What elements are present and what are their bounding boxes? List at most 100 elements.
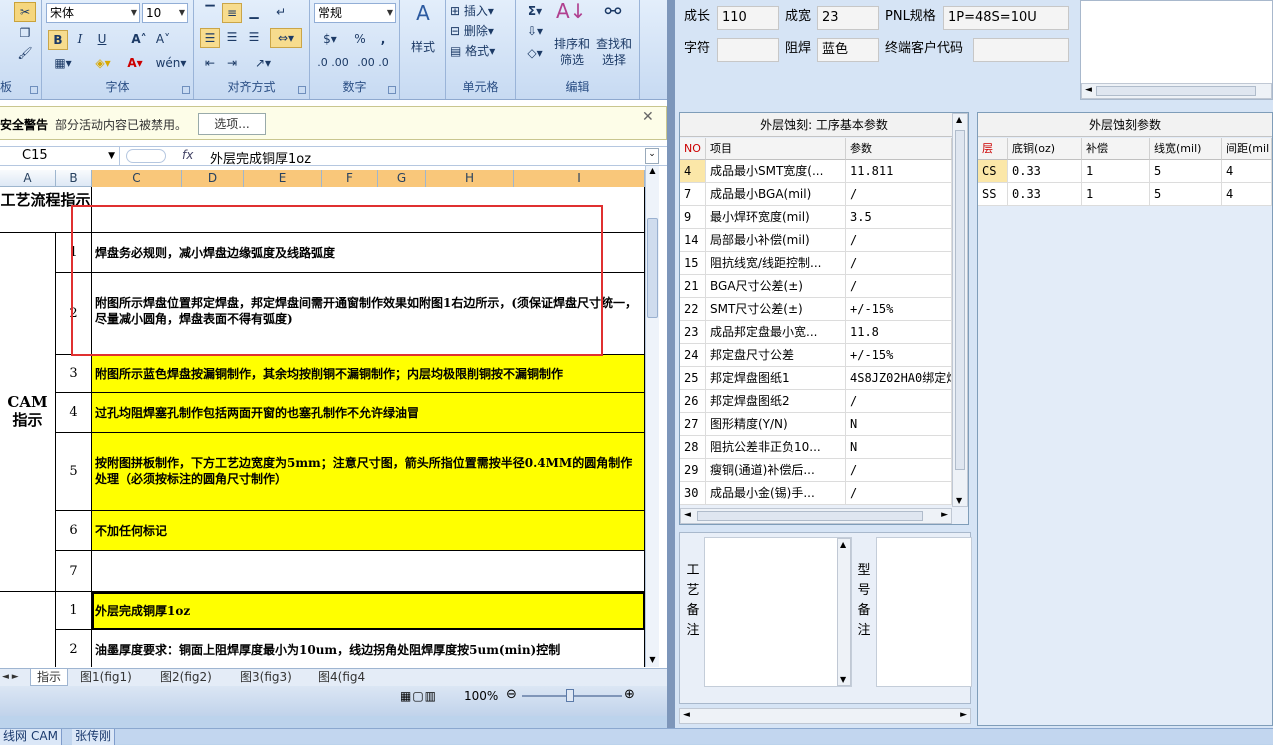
cell-param[interactable]: / <box>846 252 952 275</box>
cell-param[interactable]: / <box>846 275 952 298</box>
cell-no[interactable]: 25 <box>680 367 706 390</box>
sheet-tab[interactable]: 图1(fig1) <box>80 669 132 686</box>
cell-param[interactable]: / <box>846 390 952 413</box>
scroll-right-icon[interactable]: ► <box>960 710 967 720</box>
cell-layer[interactable]: CS <box>978 160 1008 183</box>
underline-button[interactable]: U <box>92 30 112 50</box>
cell-item[interactable]: 邦定盘尺寸公差 <box>706 344 846 367</box>
clipboard-launcher-icon[interactable] <box>30 86 38 94</box>
wrap-text-icon[interactable]: ↵ <box>270 3 292 23</box>
cell-item[interactable]: 成品邦定盘最小宽... <box>706 321 846 344</box>
column-header[interactable]: G <box>378 170 426 187</box>
format-button[interactable]: ▤ 格式▾ <box>450 42 514 62</box>
col-header-item[interactable]: 项目 <box>706 138 846 160</box>
cell-no[interactable]: 29 <box>680 459 706 482</box>
cell-no[interactable]: 27 <box>680 413 706 436</box>
cell-item[interactable]: BGA尺寸公差(±) <box>706 275 846 298</box>
cell-no[interactable]: 15 <box>680 252 706 275</box>
cell-param[interactable]: / <box>846 459 952 482</box>
increase-indent-icon[interactable]: ⇥ <box>222 54 242 74</box>
instruction-cell[interactable]: 不加任何标记 <box>92 511 645 551</box>
horizontal-scrollbar[interactable]: ◄ ► <box>680 508 952 524</box>
scroll-down-icon[interactable]: ▼ <box>840 675 846 684</box>
cell-no[interactable]: 14 <box>680 229 706 252</box>
decrease-indent-icon[interactable]: ⇤ <box>200 54 220 74</box>
cell-param[interactable]: N <box>846 436 952 459</box>
cell-item[interactable]: 最小焊环宽度(mil) <box>706 206 846 229</box>
row-number-cell[interactable]: 7 <box>56 551 92 592</box>
cell-item[interactable]: 图形精度(Y/N) <box>706 413 846 436</box>
col-header-compensation[interactable]: 补偿 <box>1082 138 1150 160</box>
taskbar-item[interactable]: 线网 <box>0 729 32 745</box>
process-remarks-textarea[interactable]: ▲ ▼ <box>704 537 852 687</box>
instruction-cell-selected[interactable]: 外层完成铜厚1oz <box>92 592 645 630</box>
scroll-thumb[interactable] <box>647 218 658 318</box>
chengkuan-input[interactable]: 23 <box>817 6 879 30</box>
comma-button[interactable]: , <box>374 30 392 50</box>
merge-center-icon[interactable]: ⇔▾ <box>270 28 302 48</box>
fill-color-icon[interactable]: ◈▾ <box>88 54 118 74</box>
font-launcher-icon[interactable] <box>182 86 190 94</box>
cell-param[interactable]: / <box>846 229 952 252</box>
number-format-select[interactable]: 常规 ▼ <box>314 3 396 23</box>
align-bottom-icon[interactable]: ▁ <box>244 3 264 23</box>
name-box[interactable]: C15 ▼ <box>0 147 120 166</box>
row-number-cell[interactable]: 4 <box>56 393 92 433</box>
currency-icon[interactable]: $▾ <box>314 30 346 50</box>
cell-item[interactable]: 成品最小SMT宽度(... <box>706 160 846 183</box>
delete-button[interactable]: ⊟ 删除▾ <box>450 22 514 42</box>
cell-no[interactable]: 22 <box>680 298 706 321</box>
column-header[interactable]: C <box>92 170 182 187</box>
cell-item[interactable]: 邦定焊盘图纸1 <box>706 367 846 390</box>
scroll-thumb[interactable] <box>1096 86 1256 96</box>
format-painter-icon[interactable]: 🖌 <box>14 44 36 64</box>
cell-no[interactable]: 4 <box>680 160 706 183</box>
cell-no[interactable]: 7 <box>680 183 706 206</box>
sort-filter-icon[interactable]: A↓ <box>556 1 586 32</box>
col-header-spacing[interactable]: 间距(mil <box>1222 138 1272 160</box>
security-options-button[interactable]: 选项... <box>198 113 266 135</box>
sheet-tab[interactable]: 图4(fig4 <box>318 669 365 686</box>
vertical-scrollbar[interactable]: ▲ ▼ <box>952 113 968 507</box>
cell-line-width[interactable]: 5 <box>1150 160 1222 183</box>
cell-param[interactable]: +/-15% <box>846 298 952 321</box>
vertical-scrollbar[interactable]: ▲ ▼ <box>645 166 659 667</box>
cell-param[interactable]: +/-15% <box>846 344 952 367</box>
scroll-up-icon[interactable]: ▲ <box>956 115 962 124</box>
grow-font-icon[interactable]: A˄ <box>128 30 150 50</box>
cell-no[interactable]: 28 <box>680 436 706 459</box>
column-header[interactable]: B <box>56 170 92 187</box>
col-header-line-width[interactable]: 线宽(mil) <box>1150 138 1222 160</box>
scroll-left-icon[interactable]: ◄ <box>684 510 691 520</box>
zoom-level[interactable]: 100% <box>464 689 498 703</box>
cell-base-copper[interactable]: 0.33 <box>1008 160 1082 183</box>
cell-item[interactable]: 成品最小金(锡)手... <box>706 482 846 505</box>
sheet-tab[interactable]: 图2(fig2) <box>160 669 212 686</box>
tab-nav-icon[interactable]: ◄ ► <box>2 669 19 686</box>
zifu-input[interactable] <box>717 38 779 62</box>
cell-compensation[interactable]: 1 <box>1082 183 1150 206</box>
styles-icon[interactable]: A <box>410 3 436 30</box>
scroll-up-icon[interactable]: ▲ <box>646 166 659 178</box>
cell-item[interactable]: 阻抗公差非正负10... <box>706 436 846 459</box>
align-left-icon[interactable]: ☰ <box>200 28 220 48</box>
cut-icon[interactable]: ✂ <box>14 2 36 22</box>
cell-param[interactable]: 11.811 <box>846 160 952 183</box>
scroll-up-icon[interactable]: ▲ <box>840 540 846 549</box>
orientation-icon[interactable]: ↗▾ <box>250 54 276 74</box>
phonetic-icon[interactable]: wén▾ <box>154 54 188 74</box>
cell-item[interactable]: 阻抗线宽/线距控制... <box>706 252 846 275</box>
instruction-cell[interactable]: 按附图拼板制作，下方工艺边宽度为5mm；注意尺寸图，箭头所指位置需按半径0.4M… <box>92 433 645 511</box>
cell-param[interactable]: 3.5 <box>846 206 952 229</box>
cell-compensation[interactable]: 1 <box>1082 160 1150 183</box>
font-color-icon[interactable]: A▾ <box>120 54 150 74</box>
cell-no[interactable]: 23 <box>680 321 706 344</box>
cell-no[interactable]: 9 <box>680 206 706 229</box>
sheet-tab[interactable]: 指示 <box>30 669 69 686</box>
scroll-thumb[interactable] <box>697 511 923 521</box>
copy-icon[interactable]: ❐ <box>14 24 36 44</box>
cell-param[interactable]: 4S8JZ02HA0绑定焊 <box>846 367 952 390</box>
align-top-icon[interactable]: ▔ <box>200 3 220 23</box>
zoom-out-icon[interactable]: ⊖ <box>506 687 517 702</box>
scroll-left-icon[interactable]: ◄ <box>683 710 690 720</box>
